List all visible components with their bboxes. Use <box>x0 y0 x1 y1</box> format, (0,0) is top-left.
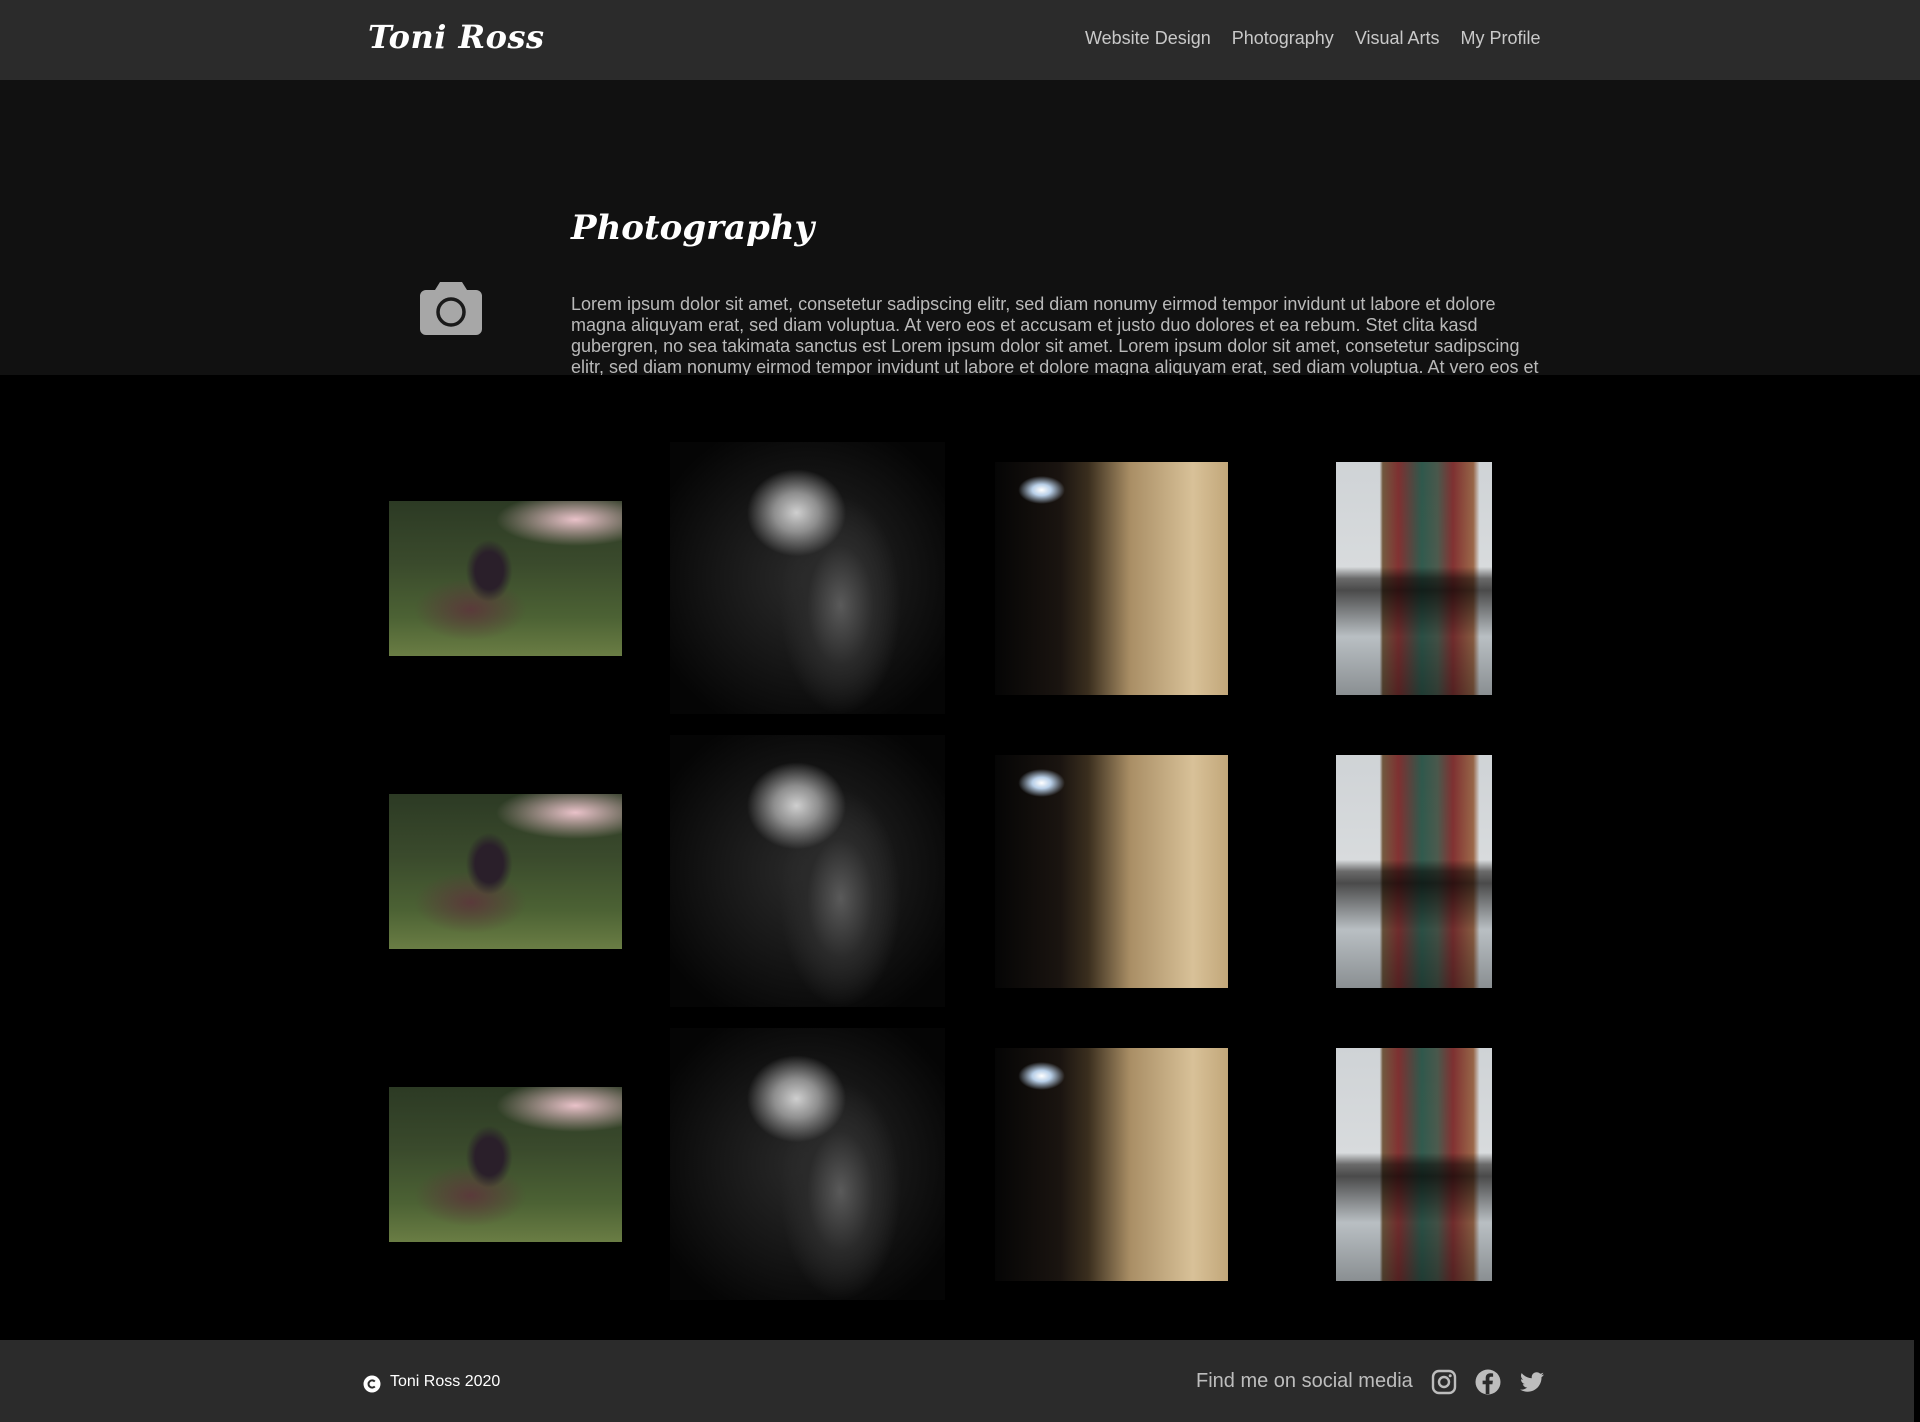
camera-icon <box>420 282 482 335</box>
photo-tunnel[interactable] <box>995 755 1228 988</box>
brand-logo[interactable]: Toni Ross <box>368 18 545 56</box>
main-nav: Website Design Photography Visual Arts M… <box>1085 28 1541 49</box>
photo-bicycle[interactable] <box>670 735 945 1007</box>
copyright-text: Toni Ross 2020 <box>390 1373 501 1390</box>
photo-building-reflection[interactable] <box>1336 755 1492 988</box>
photo-forest-portrait[interactable] <box>389 794 622 949</box>
nav-my-profile[interactable]: My Profile <box>1461 28 1541 49</box>
social-media-label: Find me on social media <box>1196 1370 1413 1392</box>
nav-photography[interactable]: Photography <box>1232 28 1334 49</box>
photo-building-reflection[interactable] <box>1336 1048 1492 1281</box>
page-title: Photography <box>571 208 815 248</box>
photo-forest-portrait[interactable] <box>389 501 622 656</box>
photo-bicycle[interactable] <box>670 442 945 714</box>
photo-tunnel[interactable] <box>995 1048 1228 1281</box>
photo-bicycle[interactable] <box>670 1028 945 1300</box>
nav-visual-arts[interactable]: Visual Arts <box>1355 28 1440 49</box>
photo-forest-portrait[interactable] <box>389 1087 622 1242</box>
site-header: Toni Ross Website Design Photography Vis… <box>0 0 1920 80</box>
copyright-icon <box>363 1375 381 1393</box>
site-footer: Toni Ross 2020 Find me on social media <box>0 1340 1914 1422</box>
photo-gallery <box>0 375 1920 1340</box>
facebook-icon[interactable] <box>1474 1368 1502 1396</box>
nav-website-design[interactable]: Website Design <box>1085 28 1211 49</box>
photo-building-reflection[interactable] <box>1336 462 1492 695</box>
intro-section: Photography Lorem ipsum dolor sit amet, … <box>0 80 1920 398</box>
photo-tunnel[interactable] <box>995 462 1228 695</box>
instagram-icon[interactable] <box>1430 1368 1458 1396</box>
twitter-icon[interactable] <box>1518 1368 1546 1396</box>
